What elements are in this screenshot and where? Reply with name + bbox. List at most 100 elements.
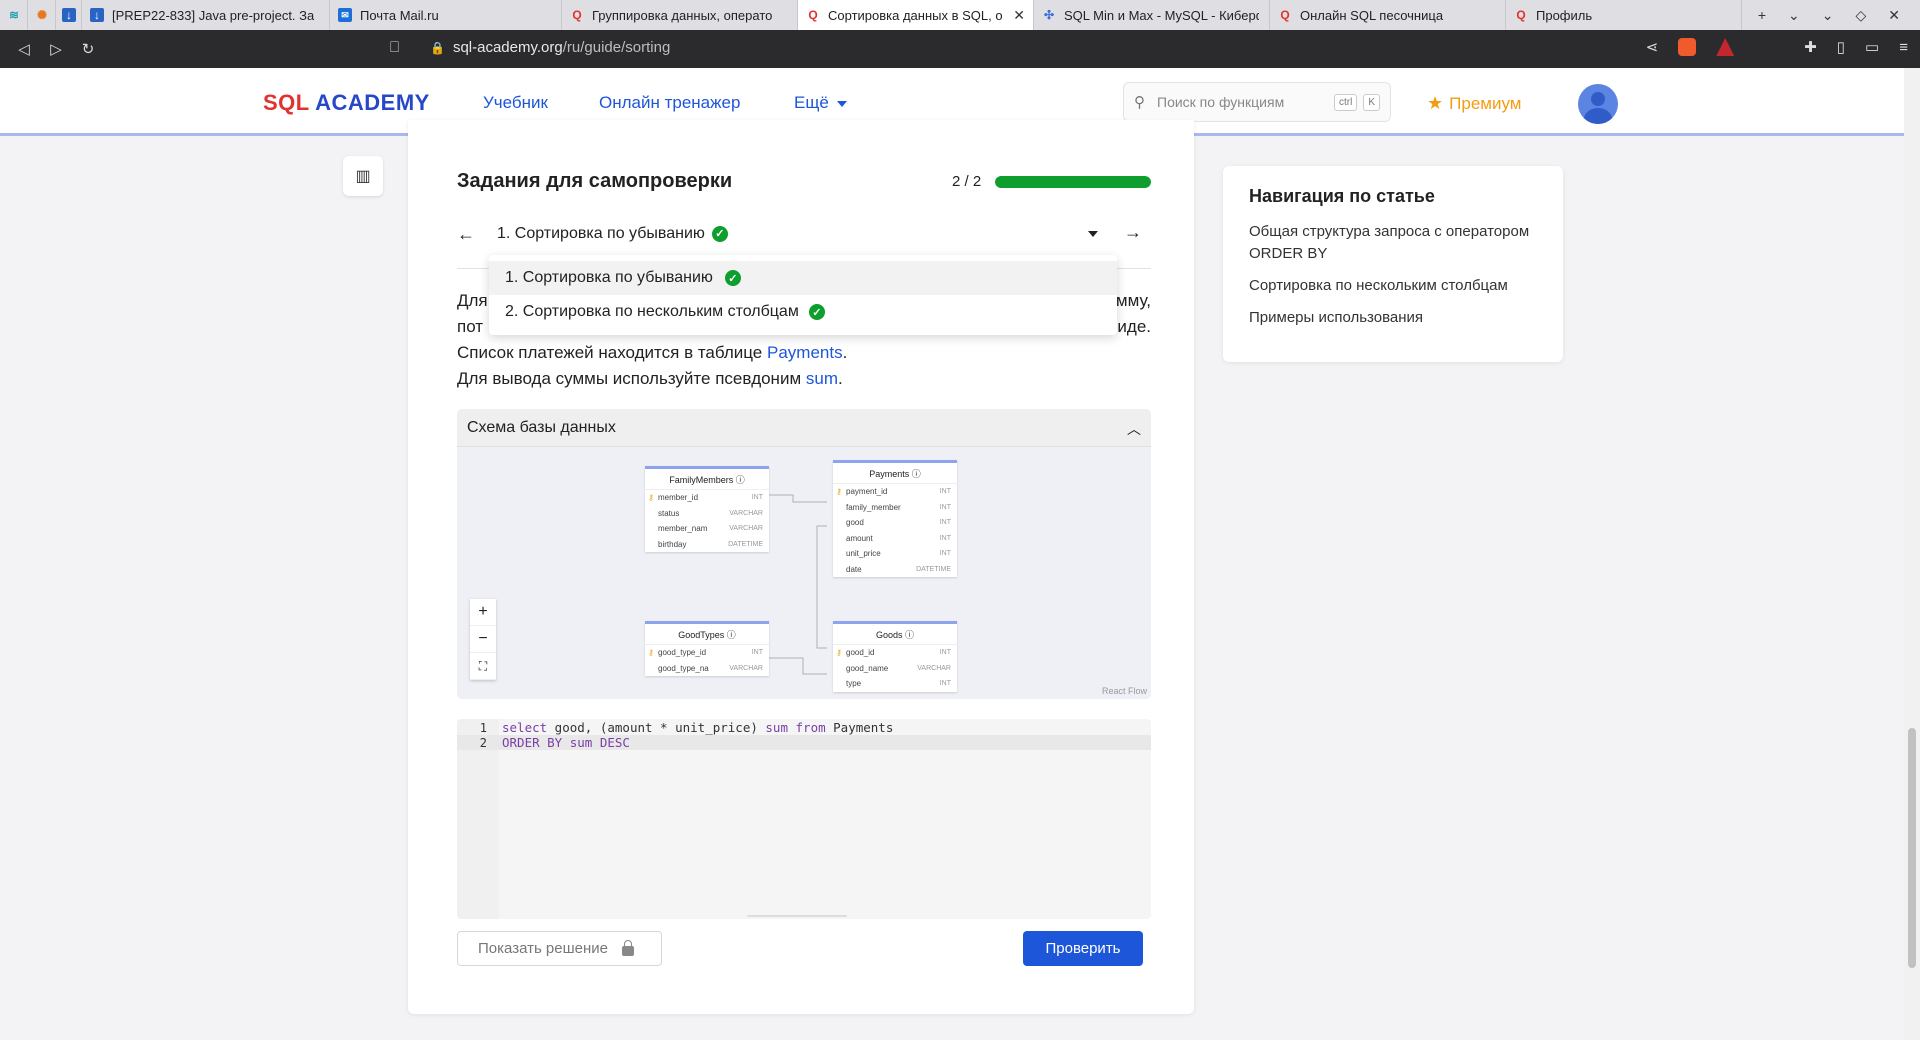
payments-link[interactable]: Payments — [767, 343, 843, 362]
sql-academy-icon: Q — [1280, 8, 1290, 22]
nav-trainer[interactable]: Онлайн тренажер — [599, 93, 740, 113]
lock-icon — [622, 939, 634, 956]
tab-grouping[interactable]: Q Группировка данных, операто — [562, 0, 798, 30]
progress-fill — [995, 176, 1151, 188]
schema-table[interactable]: Goods ⓘ ⚷ good_id INT good_name VARCHAR typ… — [833, 621, 957, 692]
site-logo[interactable]: SQL ACADEMY — [263, 90, 430, 116]
zoom-controls: + − ⛶ — [470, 599, 496, 680]
schema-table[interactable]: Payments ⓘ ⚷ payment_id INT family_member I… — [833, 460, 957, 577]
current-task-label[interactable]: 1. Сортировка по убыванию ✓ — [497, 225, 728, 243]
progress-bar — [995, 176, 1151, 188]
editor-resize-handle[interactable] — [747, 915, 847, 917]
key-icon: ⚷ — [648, 648, 654, 658]
code-line[interactable]: 2 ORDER BY sum DESC — [457, 735, 1151, 750]
schema-table[interactable]: FamilyMembers ⓘ ⚷ member_id INT status VARC… — [645, 466, 769, 552]
check-icon: ✓ — [808, 304, 825, 320]
task-card: Задания для самопроверки 2 / 2 ← 1. Сорт… — [408, 120, 1194, 1014]
tab-pinned-download[interactable]: ↓ — [56, 0, 82, 30]
zoom-in-icon[interactable]: + — [470, 599, 496, 626]
check-icon: ✓ — [711, 225, 728, 242]
tab-pinned-app[interactable]: ≋ — [0, 0, 28, 30]
share-icon[interactable]: ⋖ — [1646, 38, 1659, 56]
minimize-icon[interactable]: ⌄ — [1822, 7, 1834, 24]
forward-icon[interactable]: ▷ — [40, 40, 72, 58]
tab-profile[interactable]: Q Профиль — [1506, 0, 1742, 30]
premium-link[interactable]: ★ Премиум — [1427, 93, 1521, 114]
toolbar-right: ⋖ ✚ ▯ ▭ ≡ — [1646, 38, 1908, 56]
task-selector: ← 1. Сортировка по убыванию ✓ → — [457, 218, 1151, 250]
article-nav-item[interactable]: Примеры использования — [1249, 307, 1537, 329]
zoom-out-icon[interactable]: − — [470, 626, 496, 653]
article-navigation: Навигация по статье Общая структура запр… — [1223, 166, 1563, 362]
task-dropdown: 1. Сортировка по убыванию ✓ 2. Сортировка… — [489, 255, 1117, 335]
map-icon[interactable]: ▥ — [343, 156, 383, 196]
tab-minmax[interactable]: ✣ SQL Min и Max - MySQL - Киберф — [1034, 0, 1270, 30]
schema-canvas[interactable]: FamilyMembers ⓘ ⚷ member_id INT status VARC… — [457, 448, 1151, 699]
progress-label: 2 / 2 — [952, 173, 982, 190]
nav-more[interactable]: Ещё — [794, 93, 847, 113]
url-field[interactable]: 🔒 sql-academy.org/ru/guide/sorting — [430, 39, 670, 56]
extensions-icon[interactable]: ✚ — [1804, 38, 1817, 56]
schema-header[interactable]: Схема базы данных ︿ — [457, 409, 1151, 447]
close-tab-icon[interactable]: ✕ — [1013, 7, 1025, 24]
tab-sorting[interactable]: Q Сортировка данных в SQL, о ✕ — [798, 0, 1034, 30]
caret-down-icon[interactable] — [1088, 231, 1098, 237]
schema-table[interactable]: GoodTypes ⓘ ⚷ good_type_id INT good_type_n… — [645, 621, 769, 676]
nav-textbook[interactable]: Учебник — [483, 93, 548, 113]
search-input[interactable]: ⚲ Поиск по функциям ctrl K — [1123, 82, 1391, 122]
menu-icon[interactable]: ≡ — [1899, 39, 1908, 56]
key-icon: ⚷ — [836, 648, 842, 658]
code-line[interactable]: 1 select good, (amount * unit_price) sum … — [457, 720, 1151, 735]
close-window-icon[interactable]: ✕ — [1888, 7, 1900, 24]
caret-down-icon — [836, 100, 847, 107]
tab-list-icon[interactable]: ⌄ — [1788, 7, 1800, 24]
sql-academy-icon: Q — [572, 8, 582, 22]
key-icon: ⚷ — [648, 493, 654, 503]
download-icon: ↓ — [90, 8, 104, 22]
chevron-up-icon[interactable]: ︿ — [1127, 419, 1141, 439]
check-button[interactable]: Проверить — [1023, 931, 1143, 966]
tab-prep22[interactable]: ↓ [PREP22-833] Java pre-project. За — [82, 0, 330, 30]
new-tab-icon[interactable]: + — [1758, 7, 1766, 23]
tabbar-controls: + ⌄ ⌄ ◇ ✕ — [1758, 0, 1920, 30]
sql-editor[interactable]: 1 select good, (amount * unit_price) sum … — [457, 719, 1151, 919]
next-task-icon[interactable]: → — [1124, 222, 1150, 243]
back-icon[interactable]: ◁ — [8, 40, 40, 58]
wallet-icon[interactable]: ▭ — [1865, 38, 1879, 56]
code-text: ORDER BY sum DESC — [502, 735, 630, 750]
tab-pinned-brave[interactable]: ✺ — [28, 0, 56, 30]
brave-shields-icon[interactable] — [1678, 38, 1697, 56]
scrollbar-thumb[interactable] — [1908, 728, 1916, 968]
prev-task-icon[interactable]: ← — [457, 224, 483, 245]
app-icon: ≋ — [8, 8, 20, 22]
sql-academy-icon: Q — [1516, 8, 1526, 22]
show-solution-button[interactable]: Показать решение — [457, 931, 662, 966]
article-nav-item[interactable]: Сортировка по нескольким столбцам — [1249, 275, 1537, 297]
avatar[interactable] — [1578, 84, 1618, 124]
tab-mail[interactable]: ✉ Почта Mail.ru — [330, 0, 562, 30]
sum-link[interactable]: sum — [806, 369, 838, 388]
react-flow-attribution[interactable]: React Flow — [1102, 686, 1147, 696]
search-icon: ⚲ — [1134, 94, 1145, 111]
sidebar-icon[interactable]: ▯ — [1837, 38, 1845, 56]
check-icon: ✓ — [724, 270, 741, 286]
line-number: 2 — [479, 735, 487, 750]
download-icon: ↓ — [62, 8, 76, 22]
tab-sandbox[interactable]: Q Онлайн SQL песочница — [1270, 0, 1506, 30]
brave-rewards-icon[interactable] — [1716, 38, 1735, 56]
sql-academy-icon: Q — [808, 8, 818, 22]
line-number: 1 — [479, 720, 487, 735]
fit-view-icon[interactable]: ⛶ — [470, 653, 496, 680]
article-nav-title: Навигация по статье — [1249, 186, 1435, 206]
schema-edges — [769, 494, 827, 675]
dropdown-item[interactable]: 2. Сортировка по нескольким столбцам ✓ — [489, 295, 1117, 329]
schema-panel: Схема базы данных ︿ FamilyMembers ⓘ ⚷ mem… — [457, 409, 1151, 699]
bookmark-icon[interactable]: ⎕ — [390, 39, 399, 56]
restore-icon[interactable]: ◇ — [1855, 7, 1866, 24]
article-nav-item[interactable]: Общая структура запроса с оператором ORD… — [1249, 221, 1537, 265]
lock-icon: 🔒 — [430, 40, 445, 55]
page-scrollbar[interactable] — [1904, 68, 1920, 1040]
brave-icon: ✺ — [36, 8, 48, 22]
reload-icon[interactable]: ↻ — [72, 40, 104, 58]
dropdown-item[interactable]: 1. Сортировка по убыванию ✓ — [489, 261, 1117, 295]
